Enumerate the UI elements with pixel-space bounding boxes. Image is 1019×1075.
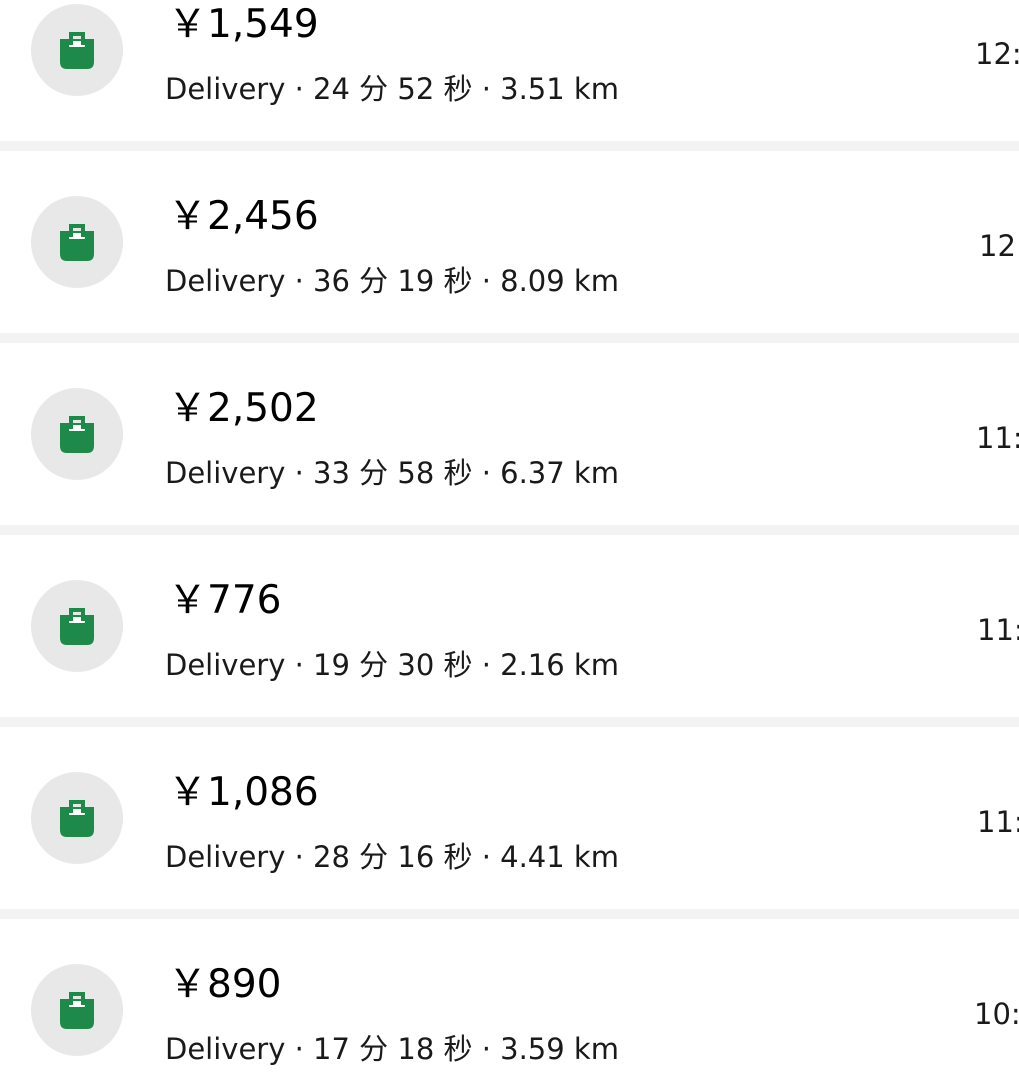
trip-details: Delivery · 24 分 52 秒 · 3.51 km [165,72,619,106]
trip-type-avatar [31,772,123,864]
trip-details: Delivery · 19 分 30 秒 · 2.16 km [165,648,619,682]
trip-fare: ￥776 [168,578,282,623]
trip-time: 10:3 [974,997,1019,1031]
trip-details: Delivery · 36 分 19 秒 · 8.09 km [165,264,619,298]
trip-type-avatar [31,580,123,672]
trip-time: 12: [979,229,1019,263]
trip-type-avatar [31,196,123,288]
trip-fare: ￥890 [168,962,282,1007]
trip-time: 11:3 [977,613,1019,647]
shopping-bag-icon [60,32,94,69]
trip-type-avatar [31,964,123,1056]
trip-row[interactable]: ￥776 Delivery · 19 分 30 秒 · 2.16 km 11:3 [0,535,1019,717]
trip-type-avatar [31,388,123,480]
trip-fare: ￥2,502 [168,386,319,431]
trip-fare: ￥2,456 [168,194,319,239]
trip-row[interactable]: ￥1,086 Delivery · 28 分 16 秒 · 4.41 km 11… [0,727,1019,909]
trip-time: 12:4 [975,37,1019,71]
trip-row[interactable]: ￥2,456 Delivery · 36 分 19 秒 · 8.09 km 12… [0,151,1019,333]
shopping-bag-icon [60,608,94,645]
shopping-bag-icon [60,800,94,837]
trip-row[interactable]: ￥890 Delivery · 17 分 18 秒 · 3.59 km 10:3 [0,919,1019,1075]
trip-row[interactable]: ￥2,502 Delivery · 33 分 58 秒 · 6.37 km 11… [0,343,1019,525]
shopping-bag-icon [60,224,94,261]
shopping-bag-icon [60,416,94,453]
trip-fare: ￥1,086 [168,770,319,815]
trip-time: 11:4 [976,421,1019,455]
trip-details: Delivery · 28 分 16 秒 · 4.41 km [165,840,619,874]
trip-type-avatar [31,4,123,96]
trip-time: 11:0 [977,805,1019,839]
shopping-bag-icon [60,992,94,1029]
trip-details: Delivery · 17 分 18 秒 · 3.59 km [165,1032,619,1066]
trip-list: ￥1,549 Delivery · 24 分 52 秒 · 3.51 km 12… [0,0,1019,1075]
trip-row[interactable]: ￥1,549 Delivery · 24 分 52 秒 · 3.51 km 12… [0,0,1019,141]
trip-fare: ￥1,549 [168,2,319,47]
trip-details: Delivery · 33 分 58 秒 · 6.37 km [165,456,619,490]
